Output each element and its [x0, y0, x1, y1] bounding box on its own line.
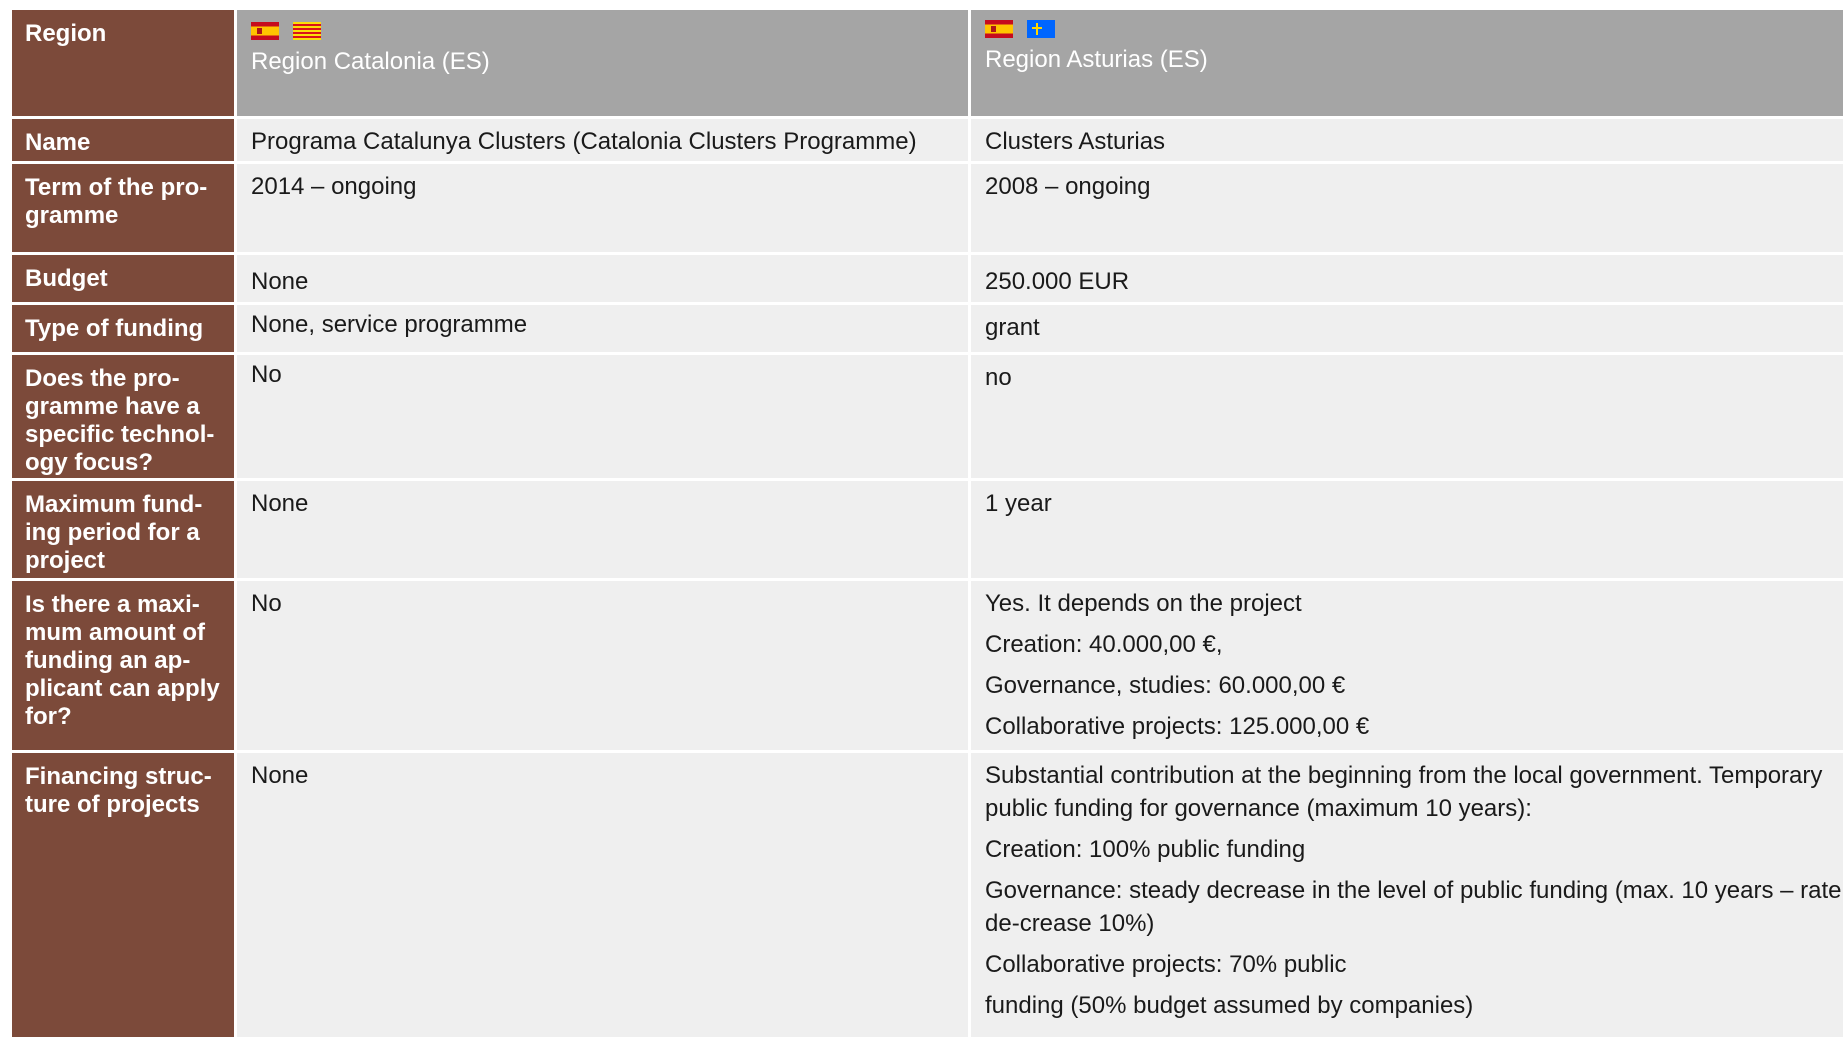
cell-text: None, service programme [251, 311, 528, 338]
cell-text: Governance: steady decrease in the level… [985, 877, 1842, 937]
cell-asturias-financing-structure: Substantial contribution at the beginnin… [971, 753, 1843, 1037]
cell-text: Creation: 100% public funding [985, 836, 1306, 863]
row-label-term: Term of the pro-gramme [12, 164, 234, 252]
header-title-catalonia: Region Catalonia (ES) [251, 48, 490, 75]
cell-asturias-max-funding-period: 1 year [971, 481, 1843, 578]
cell-asturias-technology-focus: no [971, 355, 1843, 478]
cell-text: No [251, 590, 282, 617]
cell-text: no [985, 364, 1012, 391]
asturias-flag-icon [1027, 20, 1055, 38]
row-label-max-amount: Is there a maxi-mum amount of funding an… [12, 581, 234, 750]
cell-text: Governance, studies: 60.000,00 € [985, 672, 1346, 699]
header-label-region: Region [12, 10, 234, 116]
flag-group-catalonia [251, 20, 954, 42]
cell-catalonia-financing-structure: None [237, 753, 968, 1037]
cell-text: Clusters Asturias [985, 128, 1166, 155]
cell-catalonia-budget: None [237, 255, 968, 302]
row-label-type-of-funding: Type of funding [12, 305, 234, 352]
cell-catalonia-name: Programa Catalunya Clusters (Catalonia C… [237, 119, 968, 161]
cell-text: funding (50% budget assumed by companies… [985, 992, 1474, 1019]
cell-text: None [251, 762, 309, 789]
cell-text: Yes. It depends on the project [985, 590, 1302, 617]
cell-asturias-budget: 250.000 EUR [971, 255, 1843, 302]
spain-flag-icon [985, 20, 1013, 38]
row-label-name: Name [12, 119, 234, 161]
cell-catalonia-type-of-funding: None, service programme [237, 305, 968, 352]
header-asturias: Region Asturias (ES) [971, 10, 1843, 116]
cell-text: None [251, 268, 309, 295]
cell-asturias-name: Clusters Asturias [971, 119, 1843, 161]
row-label-budget: Budget [12, 255, 234, 302]
cell-catalonia-max-funding-period: None [237, 481, 968, 578]
cell-text: Programa Catalunya Clusters (Catalonia C… [251, 128, 917, 155]
row-label-technology-focus: Does the pro-gramme have a specific tech… [12, 355, 234, 478]
row-label-financing-structure: Financing struc-ture of projects [12, 753, 234, 1037]
cell-text: Collaborative projects: 70% public [985, 951, 1347, 978]
spain-flag-icon [251, 22, 279, 40]
comparison-table: Region Region Catalonia (ES) Region Astu… [12, 10, 1843, 1037]
cell-text: Creation: 40.000,00 €, [985, 631, 1223, 658]
header-catalonia: Region Catalonia (ES) [237, 10, 968, 116]
cell-text: Collaborative projects: 125.000,00 € [985, 713, 1370, 740]
cell-catalonia-term: 2014 – ongoing [237, 164, 968, 252]
cell-asturias-term: 2008 – ongoing [971, 164, 1843, 252]
cell-catalonia-technology-focus: No [237, 355, 968, 478]
cell-text: None [251, 490, 309, 517]
catalonia-flag-icon [293, 22, 321, 40]
cell-text: 2008 – ongoing [985, 173, 1151, 200]
cell-text: Substantial contribution at the beginnin… [985, 762, 1823, 822]
cell-asturias-type-of-funding: grant [971, 305, 1843, 352]
cell-text: No [251, 361, 282, 388]
cell-text: grant [985, 314, 1040, 341]
cell-catalonia-max-amount: No [237, 581, 968, 750]
flag-group-asturias [985, 18, 1829, 40]
cell-text: 1 year [985, 490, 1052, 517]
cell-text: 2014 – ongoing [251, 173, 417, 200]
header-title-asturias: Region Asturias (ES) [985, 46, 1208, 73]
row-label-max-funding-period: Maximum fund-ing period for a project [12, 481, 234, 578]
cell-text: 250.000 EUR [985, 268, 1130, 295]
cell-asturias-max-amount: Yes. It depends on the project Creation:… [971, 581, 1843, 750]
